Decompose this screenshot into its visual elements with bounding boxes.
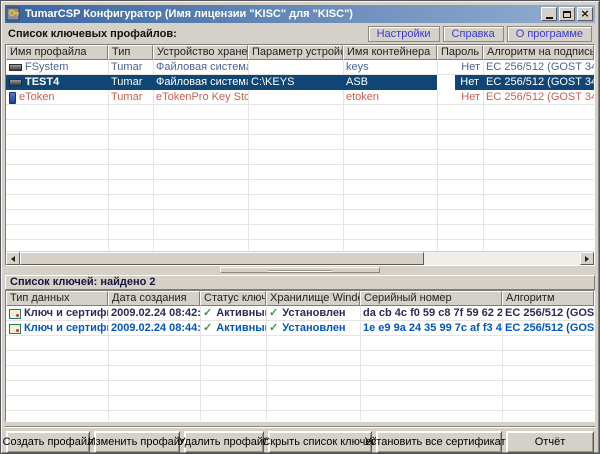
footer-buttons: Создать профайл Изменить профайл Удалить… <box>5 428 595 453</box>
key-created: 2009.02.24 08:44:33 <box>108 321 200 336</box>
key-data-type: Ключ и сертифик... <box>24 321 108 336</box>
key-algorithm: EC 256/512 (GOST <box>502 306 594 321</box>
app-icon <box>7 7 21 21</box>
profile-param: C:\KEYS <box>248 75 343 90</box>
key-windows-store: ✓Установлен <box>266 321 360 336</box>
column-header-created[interactable]: Дата создания <box>108 291 200 306</box>
profiles-rows-area: FSystem Tumar Файловая система keys Нет … <box>6 60 594 253</box>
settings-button[interactable]: Настройки <box>368 26 440 42</box>
column-header-key-status[interactable]: Статус ключа <box>200 291 266 306</box>
arrow-left-icon <box>8 256 15 262</box>
scroll-right-button[interactable] <box>580 252 594 265</box>
minimize-button[interactable] <box>541 7 557 21</box>
key-row[interactable]: Ключ и сертифик... 2009.02.24 08:42:18 ✓… <box>6 306 594 321</box>
about-button[interactable]: О программе <box>507 26 592 42</box>
close-icon: × <box>580 9 589 19</box>
column-header-windows-store[interactable]: Хранилище Windows <box>266 291 360 306</box>
column-header-type[interactable]: Тип <box>108 45 153 60</box>
splitter-grip-icon[interactable] <box>220 267 380 273</box>
report-button[interactable]: Отчёт <box>506 431 594 453</box>
profile-storage: Файловая система <box>153 60 248 75</box>
profiles-table-header: Имя профайла Тип Устройство хранения Пар… <box>6 45 594 60</box>
profile-container: etoken <box>343 90 437 105</box>
profile-storage: Файловая система <box>153 75 248 90</box>
toolbar: Список ключевых профайлов: Настройки Спр… <box>5 23 595 42</box>
arrow-right-icon <box>585 256 592 262</box>
panel-splitter[interactable] <box>5 266 595 275</box>
profile-name: FSystem <box>25 60 68 75</box>
drive-icon <box>9 79 22 86</box>
column-header-storage[interactable]: Устройство хранения <box>153 45 248 60</box>
keys-table-header: Тип данных Дата создания Статус ключа Хр… <box>6 291 594 306</box>
install-all-certs-button[interactable]: Установить все сертификаты <box>376 431 502 453</box>
profile-type: Tumar <box>108 60 153 75</box>
create-profile-button[interactable]: Создать профайл <box>6 431 90 453</box>
profile-algorithm: EC 256/512 (GOST 34.310-2004 <box>483 60 594 75</box>
check-icon: ✓ <box>269 322 278 334</box>
profiles-section-label: Список ключевых профайлов: <box>8 28 177 40</box>
profile-param <box>248 90 343 105</box>
certificate-icon <box>9 324 21 334</box>
profile-name: TEST4 <box>25 75 59 90</box>
profile-name: eToken <box>19 90 54 105</box>
profile-row-fsystem[interactable]: FSystem Tumar Файловая система keys Нет … <box>6 60 594 75</box>
keys-rows-area: Ключ и сертифик... 2009.02.24 08:42:18 ✓… <box>6 306 594 422</box>
profile-algorithm: EC 256/512 (GOST 34.310-2004 <box>483 75 594 90</box>
edit-profile-button[interactable]: Изменить профайл <box>94 431 180 453</box>
profile-type: Tumar <box>108 90 153 105</box>
column-header-algorithm[interactable]: Алгоритм <box>502 291 594 306</box>
minimize-icon <box>546 17 553 19</box>
profile-container: keys <box>343 60 437 75</box>
profile-row-test4-selected[interactable]: TEST4 Tumar Файловая система C:\KEYS ASB… <box>6 75 594 90</box>
key-serial: da cb 4c f0 59 c8 7f 59 62 2b... <box>360 306 502 321</box>
column-header-sign-algorithm[interactable]: Алгоритм на подпись <box>483 45 594 60</box>
key-serial: 1e e9 9a 24 35 99 7c af f3 4... <box>360 321 502 336</box>
titlebar[interactable]: TumarCSP Конфигуратор (Имя лицензии "KIS… <box>5 5 595 23</box>
profile-password: Нет <box>437 60 483 75</box>
profile-row-etoken[interactable]: eToken Tumar eTokenPro Key Store etoken … <box>6 90 594 105</box>
scrollbar-thumb[interactable] <box>20 252 424 265</box>
window-title: TumarCSP Конфигуратор (Имя лицензии "KIS… <box>25 8 537 20</box>
profile-storage: eTokenPro Key Store <box>153 90 248 105</box>
close-button[interactable]: × <box>577 7 593 21</box>
delete-profile-button[interactable]: Удалить профайл <box>184 431 264 453</box>
help-button[interactable]: Справка <box>443 26 504 42</box>
profile-password: Нет <box>437 75 483 90</box>
column-header-device-param[interactable]: Параметр устройст... <box>248 45 343 60</box>
key-row[interactable]: Ключ и сертифик... 2009.02.24 08:44:33 ✓… <box>6 321 594 336</box>
key-status: ✓Активный <box>200 306 266 321</box>
profile-type: Tumar <box>108 75 153 90</box>
check-icon: ✓ <box>269 307 278 319</box>
column-header-password[interactable]: Пароль <box>437 45 483 60</box>
keys-table: Тип данных Дата создания Статус ключа Хр… <box>5 290 595 422</box>
key-status: ✓Активный <box>200 321 266 336</box>
profile-password: Нет <box>437 90 483 105</box>
profile-param <box>248 60 343 75</box>
key-data-type: Ключ и сертифик... <box>24 306 108 321</box>
scroll-left-button[interactable] <box>6 252 20 265</box>
usb-token-icon <box>9 92 16 104</box>
column-header-data-type[interactable]: Тип данных <box>6 291 108 306</box>
certificate-icon <box>9 309 21 319</box>
column-header-serial[interactable]: Серийный номер <box>360 291 502 306</box>
key-windows-store: ✓Установлен <box>266 306 360 321</box>
check-icon: ✓ <box>203 322 212 334</box>
profile-container: ASB <box>343 75 437 90</box>
profile-algorithm: EC 256/512 (GOST 34.310-2004 <box>483 90 594 105</box>
app-window: TumarCSP Конфигуратор (Имя лицензии "KIS… <box>0 0 600 454</box>
maximize-button[interactable] <box>559 7 575 21</box>
column-header-container[interactable]: Имя контейнера <box>343 45 437 60</box>
key-created: 2009.02.24 08:42:18 <box>108 306 200 321</box>
key-algorithm: EC 256/512 (GOST <box>502 321 594 336</box>
horizontal-scrollbar[interactable] <box>6 251 594 265</box>
profiles-table: Имя профайла Тип Устройство хранения Пар… <box>5 44 595 266</box>
keys-section-header: Список ключей: найдено 2 <box>5 275 595 290</box>
hide-key-list-button[interactable]: Скрыть список ключей <box>268 431 372 453</box>
maximize-icon <box>563 11 571 18</box>
check-icon: ✓ <box>203 307 212 319</box>
column-header-profile-name[interactable]: Имя профайла <box>6 45 108 60</box>
drive-icon <box>9 64 22 71</box>
